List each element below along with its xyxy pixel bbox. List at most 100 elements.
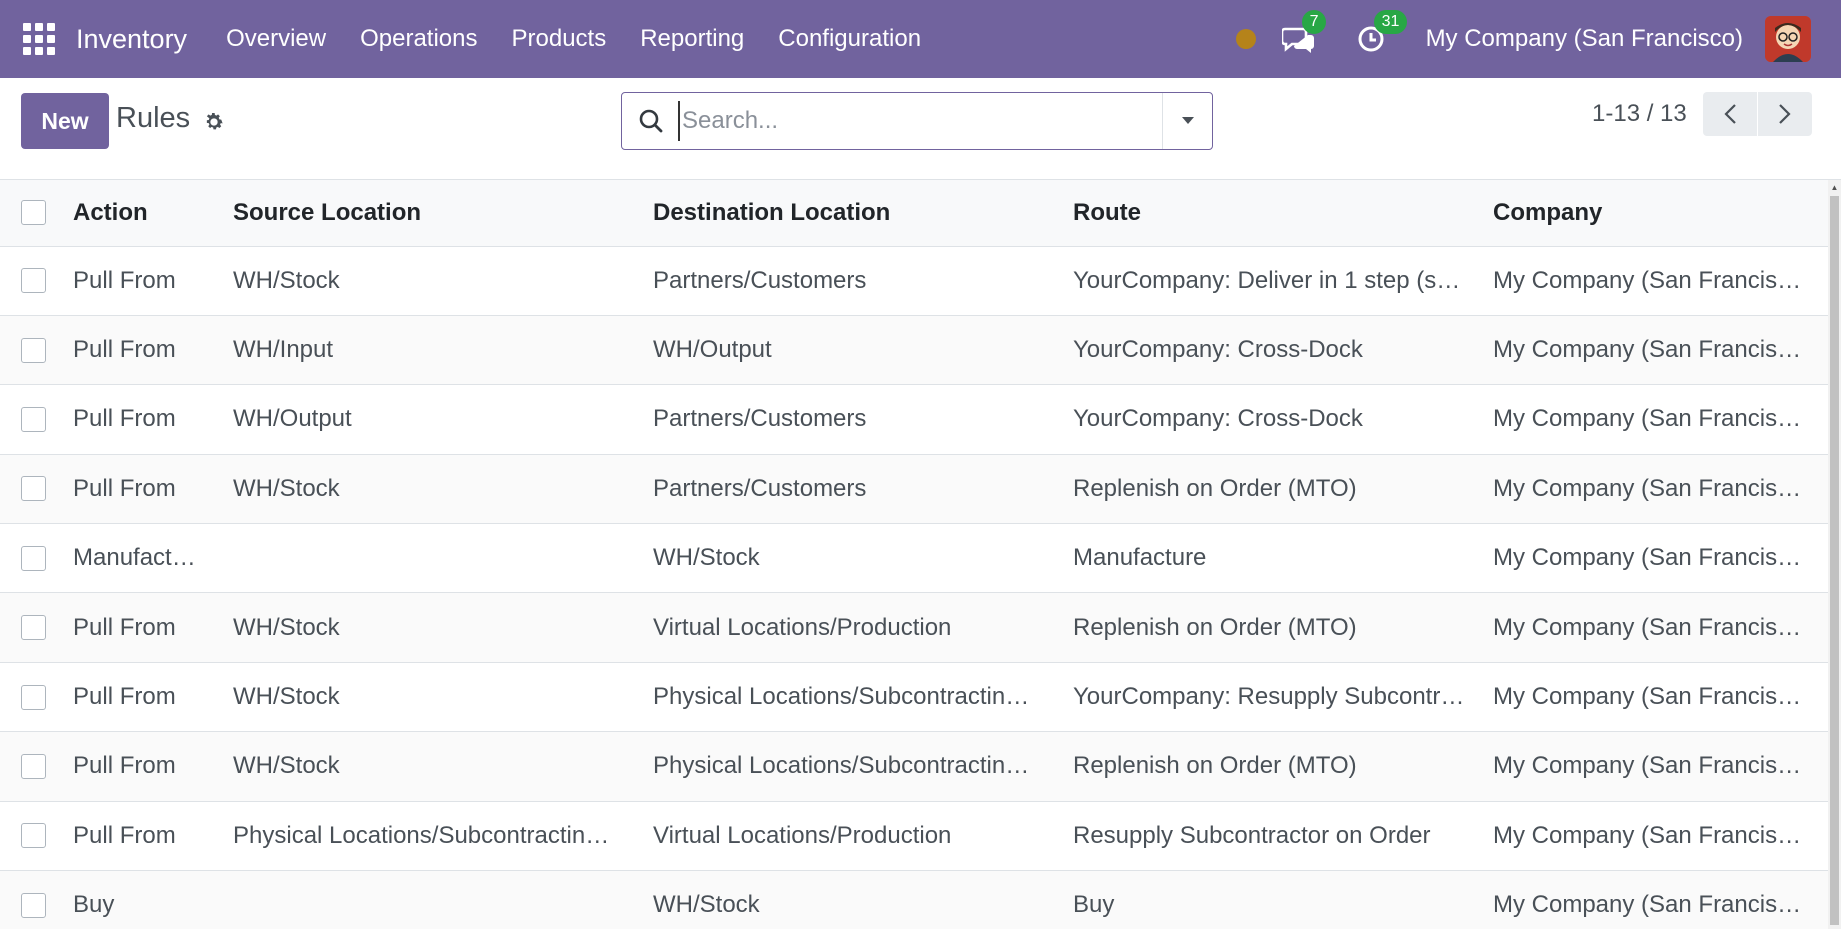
table-row[interactable]: Pull From WH/Stock Physical Locations/Subc… — [0, 731, 1828, 802]
cell-destination-location[interactable]: Physical Locations/Subcontractin… — [653, 662, 1073, 731]
cell-company[interactable]: My Company (San Francis… — [1493, 593, 1828, 662]
user-avatar[interactable] — [1765, 16, 1811, 62]
search-input[interactable] — [678, 101, 1162, 141]
cell-destination-location[interactable]: Physical Locations/Subcontractin… — [653, 732, 1073, 801]
cell-destination-location[interactable]: Partners/Customers — [653, 385, 1073, 454]
cell-action[interactable]: Pull From — [73, 454, 233, 523]
cell-route[interactable]: Manufacture — [1073, 524, 1493, 593]
cell-destination-location[interactable]: WH/Output — [653, 315, 1073, 384]
row-checkbox[interactable] — [21, 545, 46, 571]
menu-overview[interactable]: Overview — [209, 25, 343, 53]
column-header-company[interactable]: Company — [1493, 180, 1828, 246]
cell-route[interactable]: YourCompany: Cross-Dock — [1073, 385, 1493, 454]
pager-value[interactable]: 1-13 / 13 — [1592, 100, 1687, 128]
cell-source-location[interactable]: Physical Locations/Subcontractin… — [233, 801, 653, 870]
scrollbar-thumb[interactable] — [1830, 196, 1839, 925]
cell-destination-location[interactable]: Partners/Customers — [653, 246, 1073, 315]
row-checkbox[interactable] — [21, 615, 46, 641]
cell-route[interactable]: Replenish on Order (MTO) — [1073, 454, 1493, 523]
cell-destination-location[interactable]: Virtual Locations/Production — [653, 593, 1073, 662]
table-row[interactable]: Pull From WH/Stock Partners/Customers Reple… — [0, 454, 1828, 524]
gear-icon[interactable] — [203, 111, 225, 133]
caret-down-icon — [1181, 117, 1194, 124]
vertical-scrollbar[interactable]: ▲ — [1828, 180, 1841, 929]
cell-route[interactable]: Replenish on Order (MTO) — [1073, 732, 1493, 801]
pager-next-button[interactable] — [1758, 92, 1812, 136]
pager-previous-button[interactable] — [1703, 92, 1757, 136]
cell-company[interactable]: My Company (San Francis… — [1493, 662, 1828, 731]
cell-route[interactable]: YourCompany: Cross-Dock — [1073, 315, 1493, 384]
cell-company[interactable]: My Company (San Francis… — [1493, 801, 1828, 870]
cell-source-location[interactable]: WH/Output — [233, 385, 653, 454]
cell-company[interactable]: My Company (San Francis… — [1493, 524, 1828, 593]
scroll-up-arrow-icon[interactable]: ▲ — [1828, 180, 1841, 194]
cell-action[interactable]: Pull From — [73, 662, 233, 731]
cell-destination-location[interactable]: WH/Stock — [653, 524, 1073, 593]
new-button[interactable]: New — [21, 93, 109, 149]
column-header-source-location[interactable]: Source Location — [233, 180, 653, 246]
cell-destination-location[interactable]: Virtual Locations/Production — [653, 801, 1073, 870]
table-row[interactable]: Pull From WH/Stock Physical Locations/Subc… — [0, 662, 1828, 732]
messages-button[interactable]: 7 — [1281, 10, 1327, 56]
table-row[interactable]: Buy WH/Stock Buy My Company (San Francis… — [0, 870, 1828, 929]
cell-source-location[interactable]: WH/Input — [233, 315, 653, 384]
cell-action[interactable]: Pull From — [73, 732, 233, 801]
search-options-toggle[interactable] — [1162, 93, 1212, 149]
cell-source-location[interactable] — [233, 871, 653, 929]
row-checkbox[interactable] — [21, 337, 46, 363]
table-row[interactable]: Pull From WH/Output Partners/Customers Your… — [0, 384, 1828, 455]
cell-company[interactable]: My Company (San Francis… — [1493, 732, 1828, 801]
cell-route[interactable]: YourCompany: Resupply Subcontr… — [1073, 662, 1493, 731]
row-checkbox[interactable] — [21, 268, 46, 294]
cell-route[interactable]: Replenish on Order (MTO) — [1073, 593, 1493, 662]
cell-action[interactable]: Buy — [73, 871, 233, 929]
cell-route[interactable]: YourCompany: Deliver in 1 step (s… — [1073, 246, 1493, 315]
app-name[interactable]: Inventory — [76, 24, 187, 55]
cell-source-location[interactable]: WH/Stock — [233, 662, 653, 731]
menu-configuration[interactable]: Configuration — [761, 25, 938, 53]
cell-company[interactable]: My Company (San Francis… — [1493, 454, 1828, 523]
company-switcher[interactable]: My Company (San Francisco) — [1426, 25, 1743, 53]
cell-source-location[interactable] — [233, 524, 653, 593]
cell-company[interactable]: My Company (San Francis… — [1493, 246, 1828, 315]
cell-source-location[interactable]: WH/Stock — [233, 732, 653, 801]
row-checkbox[interactable] — [21, 476, 46, 502]
cell-action[interactable]: Pull From — [73, 593, 233, 662]
table-row[interactable]: Pull From WH/Stock Partners/Customers YourC… — [0, 246, 1828, 316]
cell-source-location[interactable]: WH/Stock — [233, 454, 653, 523]
menu-reporting[interactable]: Reporting — [623, 25, 761, 53]
cell-destination-location[interactable]: WH/Stock — [653, 871, 1073, 929]
cell-route[interactable]: Resupply Subcontractor on Order — [1073, 801, 1493, 870]
column-header-action[interactable]: Action — [73, 180, 233, 246]
cell-action[interactable]: Pull From — [73, 246, 233, 315]
row-checkbox[interactable] — [21, 892, 46, 918]
cell-route[interactable]: Buy — [1073, 871, 1493, 929]
cell-action[interactable]: Manufact… — [73, 524, 233, 593]
row-checkbox[interactable] — [21, 753, 46, 779]
select-all-checkbox[interactable] — [21, 200, 46, 226]
table-row[interactable]: Pull From WH/Stock Virtual Locations/Produ… — [0, 592, 1828, 663]
column-header-route[interactable]: Route — [1073, 180, 1493, 246]
cell-action[interactable]: Pull From — [73, 385, 233, 454]
row-checkbox[interactable] — [21, 823, 46, 849]
table-row[interactable]: Manufact… WH/Stock Manufacture My Company (… — [0, 523, 1828, 593]
column-header-destination-location[interactable]: Destination Location — [653, 180, 1073, 246]
menu-products[interactable]: Products — [495, 25, 624, 53]
cell-source-location[interactable]: WH/Stock — [233, 246, 653, 315]
table-row[interactable]: Pull From Physical Locations/Subcontracti… — [0, 801, 1828, 871]
cell-source-location[interactable]: WH/Stock — [233, 593, 653, 662]
cell-action[interactable]: Pull From — [73, 801, 233, 870]
activities-button[interactable]: 31 — [1354, 10, 1408, 56]
cell-action[interactable]: Pull From — [73, 315, 233, 384]
cell-company[interactable]: My Company (San Francis… — [1493, 871, 1828, 929]
cell-company[interactable]: My Company (San Francis… — [1493, 315, 1828, 384]
cell-destination-location[interactable]: Partners/Customers — [653, 454, 1073, 523]
table-row[interactable]: Pull From WH/Input WH/Output YourCompany: C… — [0, 315, 1828, 385]
cell-company[interactable]: My Company (San Francis… — [1493, 385, 1828, 454]
app-grid-icon[interactable] — [20, 20, 58, 58]
status-dot-icon[interactable] — [1235, 29, 1256, 49]
row-checkbox[interactable] — [21, 684, 46, 710]
row-checkbox[interactable] — [21, 406, 46, 432]
menu-operations[interactable]: Operations — [343, 25, 494, 53]
page-title[interactable]: Rules — [116, 102, 190, 135]
